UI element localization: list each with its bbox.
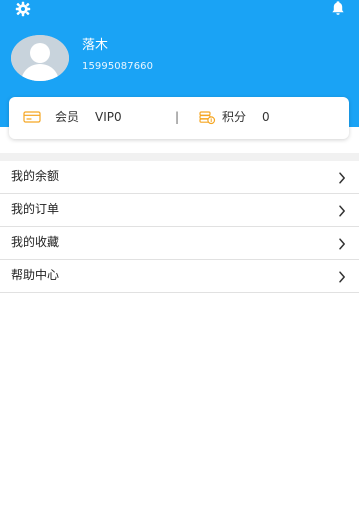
section-divider	[0, 153, 359, 161]
membership-card: 会员 VIP0 | 积分 0	[9, 97, 349, 139]
menu-item-favorites[interactable]: 我的收藏	[0, 227, 359, 260]
menu-label: 我的余额	[11, 169, 60, 183]
bell-icon[interactable]	[330, 1, 346, 17]
member-level: VIP0	[95, 110, 122, 124]
member-label: 会员	[55, 110, 80, 124]
points-label: 积分	[222, 110, 247, 124]
coin-stack-icon	[198, 109, 216, 125]
card-icon	[23, 109, 41, 125]
user-name: 落木	[82, 38, 109, 53]
gear-icon[interactable]	[15, 1, 31, 17]
chevron-right-icon	[337, 237, 347, 251]
card-separator: |	[175, 110, 180, 124]
chevron-right-icon	[337, 204, 347, 218]
chevron-right-icon	[337, 270, 347, 284]
menu-label: 我的订单	[11, 202, 60, 216]
account-menu: 我的余额 我的订单 我的收藏 帮助中心	[0, 161, 359, 293]
menu-item-help[interactable]: 帮助中心	[0, 260, 359, 293]
menu-item-balance[interactable]: 我的余额	[0, 161, 359, 194]
profile-screen: 落木 15995087660 会员 VIP0 | 积分 0 我的余额 我的订单 …	[0, 0, 359, 531]
avatar[interactable]	[11, 35, 69, 81]
menu-item-orders[interactable]: 我的订单	[0, 194, 359, 227]
user-phone: 15995087660	[82, 61, 154, 72]
points-value: 0	[262, 110, 270, 124]
menu-label: 帮助中心	[11, 268, 60, 282]
menu-label: 我的收藏	[11, 235, 60, 249]
chevron-right-icon	[337, 171, 347, 185]
